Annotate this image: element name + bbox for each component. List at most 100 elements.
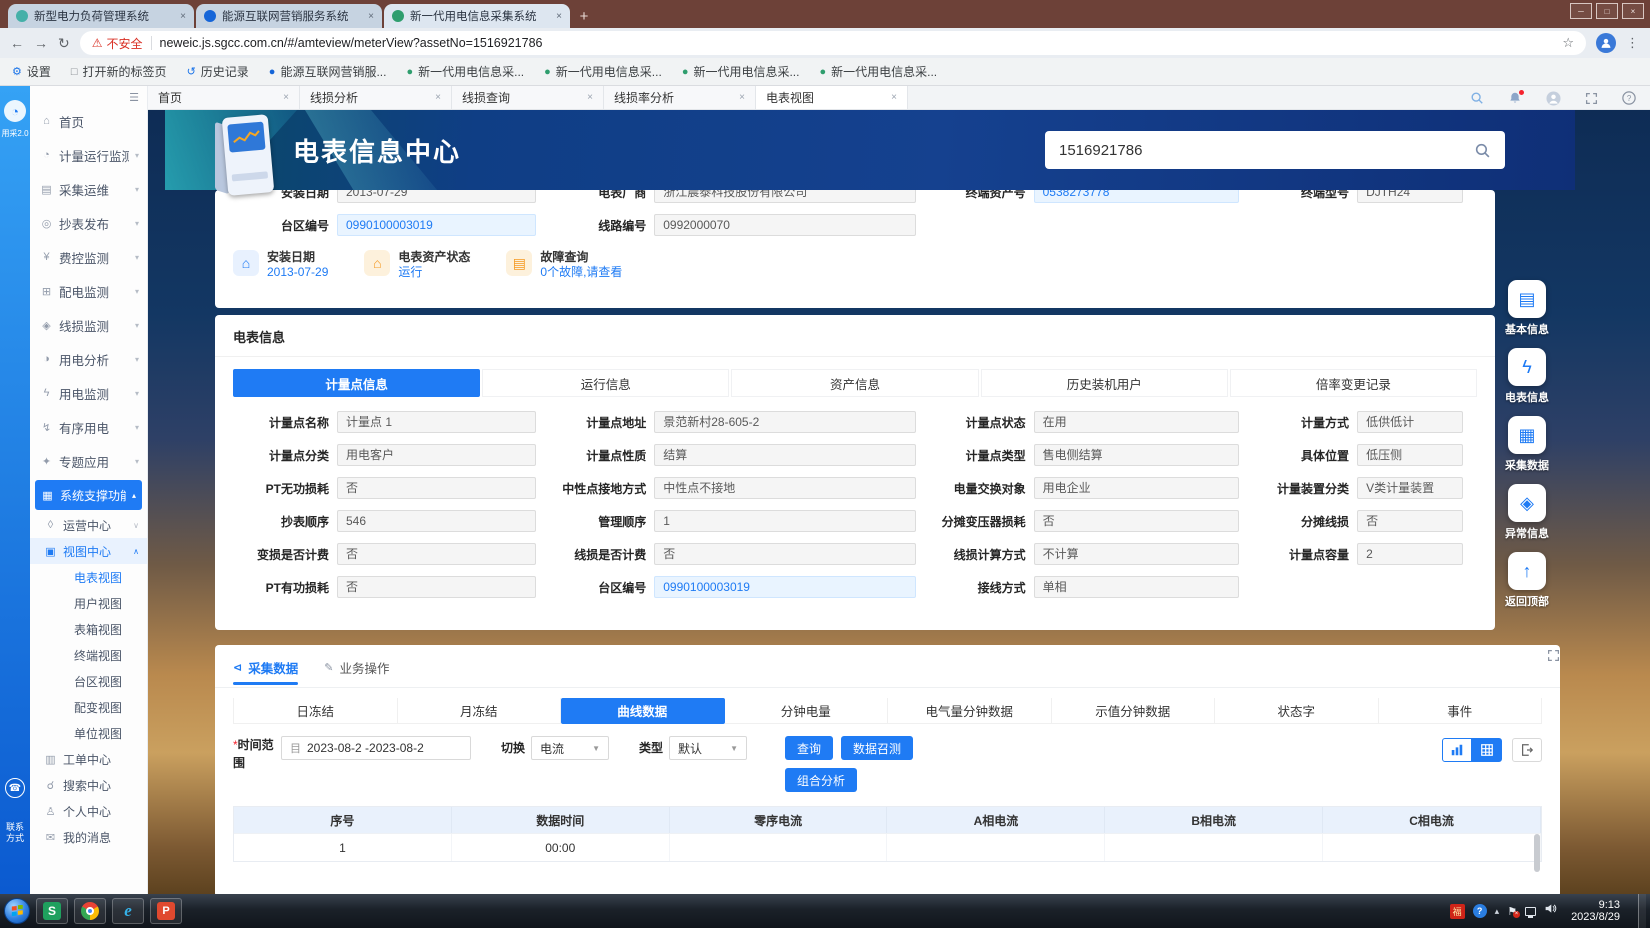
chrome-icon[interactable] xyxy=(74,898,106,924)
subtab[interactable]: 日冻结 xyxy=(234,698,398,724)
workspace-tab[interactable]: 首页 × xyxy=(148,86,300,109)
show-desktop-button[interactable] xyxy=(1638,894,1646,928)
switch-select[interactable]: 电流 ▼ xyxy=(531,736,609,760)
subtab[interactable]: 分钟电量 xyxy=(725,698,889,724)
tab-close-icon[interactable]: × xyxy=(435,92,441,103)
subtab[interactable]: 曲线数据 xyxy=(561,698,725,724)
badge-value[interactable]: 0个故障,请查看 xyxy=(540,264,622,280)
tab-close-icon[interactable]: × xyxy=(587,92,593,103)
bookmark-item[interactable]: ● 能源互联网营销服... xyxy=(269,63,387,80)
ie-icon[interactable]: e xyxy=(112,898,144,924)
combine-analysis-button[interactable]: 组合分析 xyxy=(785,768,857,792)
bookmark-item[interactable]: ⚙ 设置 xyxy=(12,63,51,80)
type-select[interactable]: 默认 ▼ xyxy=(669,736,747,760)
close-button[interactable]: × xyxy=(1622,3,1644,19)
sidebar-item[interactable]: ⊞ 配电监测 ▾ xyxy=(30,274,147,308)
sidebar-item[interactable]: ↯ 有序用电 ▾ xyxy=(30,410,147,444)
url-box[interactable]: ⚠ 不安全 neweic.js.sgcc.com.cn/#/amteview/m… xyxy=(80,31,1586,55)
show-hidden-icons[interactable]: ▴ xyxy=(1495,906,1500,917)
user-avatar-icon[interactable] xyxy=(1546,91,1561,106)
badge-value[interactable]: 2013-07-29 xyxy=(267,264,328,280)
tab[interactable]: ✎ 业务操作 xyxy=(324,658,389,677)
bookmark-item[interactable]: ● 新一代用电信息采... xyxy=(406,63,524,80)
tab[interactable]: 资产信息 xyxy=(731,369,978,397)
subtab[interactable]: 月冻结 xyxy=(398,698,562,724)
section-nav-item[interactable]: ▦ 采集数据 xyxy=(1505,416,1549,473)
section-nav-item[interactable]: ◈ 异常信息 xyxy=(1505,484,1549,541)
tab-close-icon[interactable]: × xyxy=(556,11,562,22)
sidebar-group-item[interactable]: ◊ 运营中心 ∨ xyxy=(30,512,147,538)
export-icon[interactable] xyxy=(1512,738,1542,762)
sidebar-item[interactable]: ◑ 用电分析 ▾ xyxy=(30,342,147,376)
sidebar-item[interactable]: ⌂ 首页 xyxy=(30,104,147,138)
input-method-icon[interactable]: 福 xyxy=(1450,904,1465,919)
subtab[interactable]: 事件 xyxy=(1379,698,1543,724)
browser-menu-icon[interactable]: ⋮ xyxy=(1626,35,1640,51)
sidebar-subitem[interactable]: 用户视图 xyxy=(30,590,147,616)
section-nav-item[interactable]: ϟ 电表信息 xyxy=(1505,348,1549,405)
section-nav-item[interactable]: ↑ 返回顶部 xyxy=(1505,552,1549,609)
sidebar-item[interactable]: ◎ 抄表发布 ▾ xyxy=(30,206,147,240)
sidebar-item[interactable]: ♙ 个人中心 xyxy=(30,798,147,824)
network-icon[interactable] xyxy=(1525,907,1536,916)
field-value[interactable]: 0990100003019 xyxy=(337,214,536,236)
workspace-tab[interactable]: 线损率分析 × xyxy=(604,86,756,109)
help-tray-icon[interactable]: ? xyxy=(1473,904,1487,918)
taskbar-clock[interactable]: 9:13 2023/8/29 xyxy=(1571,899,1620,923)
workspace-tab[interactable]: 线损查询 × xyxy=(452,86,604,109)
sidebar-subitem[interactable]: 电表视图 xyxy=(30,564,147,590)
query-button[interactable]: 查询 xyxy=(785,736,833,760)
subtab[interactable]: 电气量分钟数据 xyxy=(888,698,1052,724)
maximize-button[interactable]: □ xyxy=(1596,3,1618,19)
bookmark-item[interactable]: ↺ 历史记录 xyxy=(187,63,249,80)
minimize-button[interactable]: ─ xyxy=(1570,3,1592,19)
browser-tab[interactable]: 新型电力负荷管理系统 × xyxy=(8,4,194,28)
search-icon[interactable] xyxy=(1474,142,1491,159)
sidebar-subitem[interactable]: 配变视图 xyxy=(30,694,147,720)
subtab[interactable]: 状态字 xyxy=(1215,698,1379,724)
chart-view-button[interactable] xyxy=(1442,738,1472,762)
browser-tab[interactable]: 能源互联网营销服务系统 × xyxy=(196,4,382,28)
date-range-input[interactable]: 目 2023-08-2 -2023-08-2 xyxy=(281,736,471,760)
brand-logo-icon[interactable]: ◔ xyxy=(4,100,26,122)
bookmark-item[interactable]: ● 新一代用电信息采... xyxy=(819,63,937,80)
bookmark-item[interactable]: ● 新一代用电信息采... xyxy=(682,63,800,80)
section-nav-icon[interactable]: ▤ xyxy=(1508,280,1546,318)
tab-close-icon[interactable]: × xyxy=(368,11,374,22)
forward-button[interactable]: → xyxy=(34,35,48,51)
volume-icon[interactable] xyxy=(1544,902,1557,920)
sidebar-item[interactable]: ▥ 工单中心 xyxy=(30,746,147,772)
section-nav-icon[interactable]: ▦ xyxy=(1508,416,1546,454)
sidebar-subitem[interactable]: 表箱视图 xyxy=(30,616,147,642)
search-icon[interactable] xyxy=(1470,91,1484,105)
sidebar-item[interactable]: ¥ 费控监测 ▾ xyxy=(30,240,147,274)
sidebar-item[interactable]: ◈ 线损监测 ▾ xyxy=(30,308,147,342)
start-button[interactable] xyxy=(4,898,30,924)
action-center-flag-icon[interactable]: ⚑× xyxy=(1507,905,1517,918)
sidebar-subitem[interactable]: 台区视图 xyxy=(30,668,147,694)
sidebar-subitem[interactable]: 单位视图 xyxy=(30,720,147,746)
fullscreen-icon[interactable] xyxy=(1585,92,1598,105)
bell-icon[interactable] xyxy=(1508,91,1522,105)
table-scrollbar[interactable] xyxy=(1534,834,1540,872)
section-nav-item[interactable]: ▤ 基本信息 xyxy=(1505,280,1549,337)
wps-icon[interactable]: S xyxy=(36,898,68,924)
section-nav-icon[interactable]: ϟ xyxy=(1508,348,1546,386)
sidebar-item[interactable]: ▤ 采集运维 ▾ xyxy=(30,172,147,206)
bookmark-item[interactable]: ● 新一代用电信息采... xyxy=(544,63,662,80)
wps-presentation-icon[interactable]: P xyxy=(150,898,182,924)
tab[interactable]: ⊲ 采集数据 xyxy=(233,658,298,677)
workspace-tab[interactable]: 线损分析 × xyxy=(300,86,452,109)
sidebar-item[interactable]: ◔ 计量运行监测 ▾ xyxy=(30,138,147,172)
tab[interactable]: 历史装机用户 xyxy=(981,369,1228,397)
table-view-button[interactable] xyxy=(1472,738,1502,762)
sidebar-item-system-support[interactable]: ▦ 系统支撑功能 ▴ xyxy=(35,480,142,510)
phone-icon[interactable]: ☎ xyxy=(5,778,25,798)
tab[interactable]: 倍率变更记录 xyxy=(1230,369,1477,397)
profile-avatar[interactable] xyxy=(1596,33,1616,53)
workspace-tab[interactable]: 电表视图 × xyxy=(756,86,908,109)
expand-icon[interactable] xyxy=(1547,649,1560,667)
new-tab-button[interactable]: + xyxy=(572,6,596,26)
browser-tab[interactable]: 新一代用电信息采集系统 × xyxy=(384,4,570,28)
help-icon[interactable]: ? xyxy=(1622,91,1636,105)
